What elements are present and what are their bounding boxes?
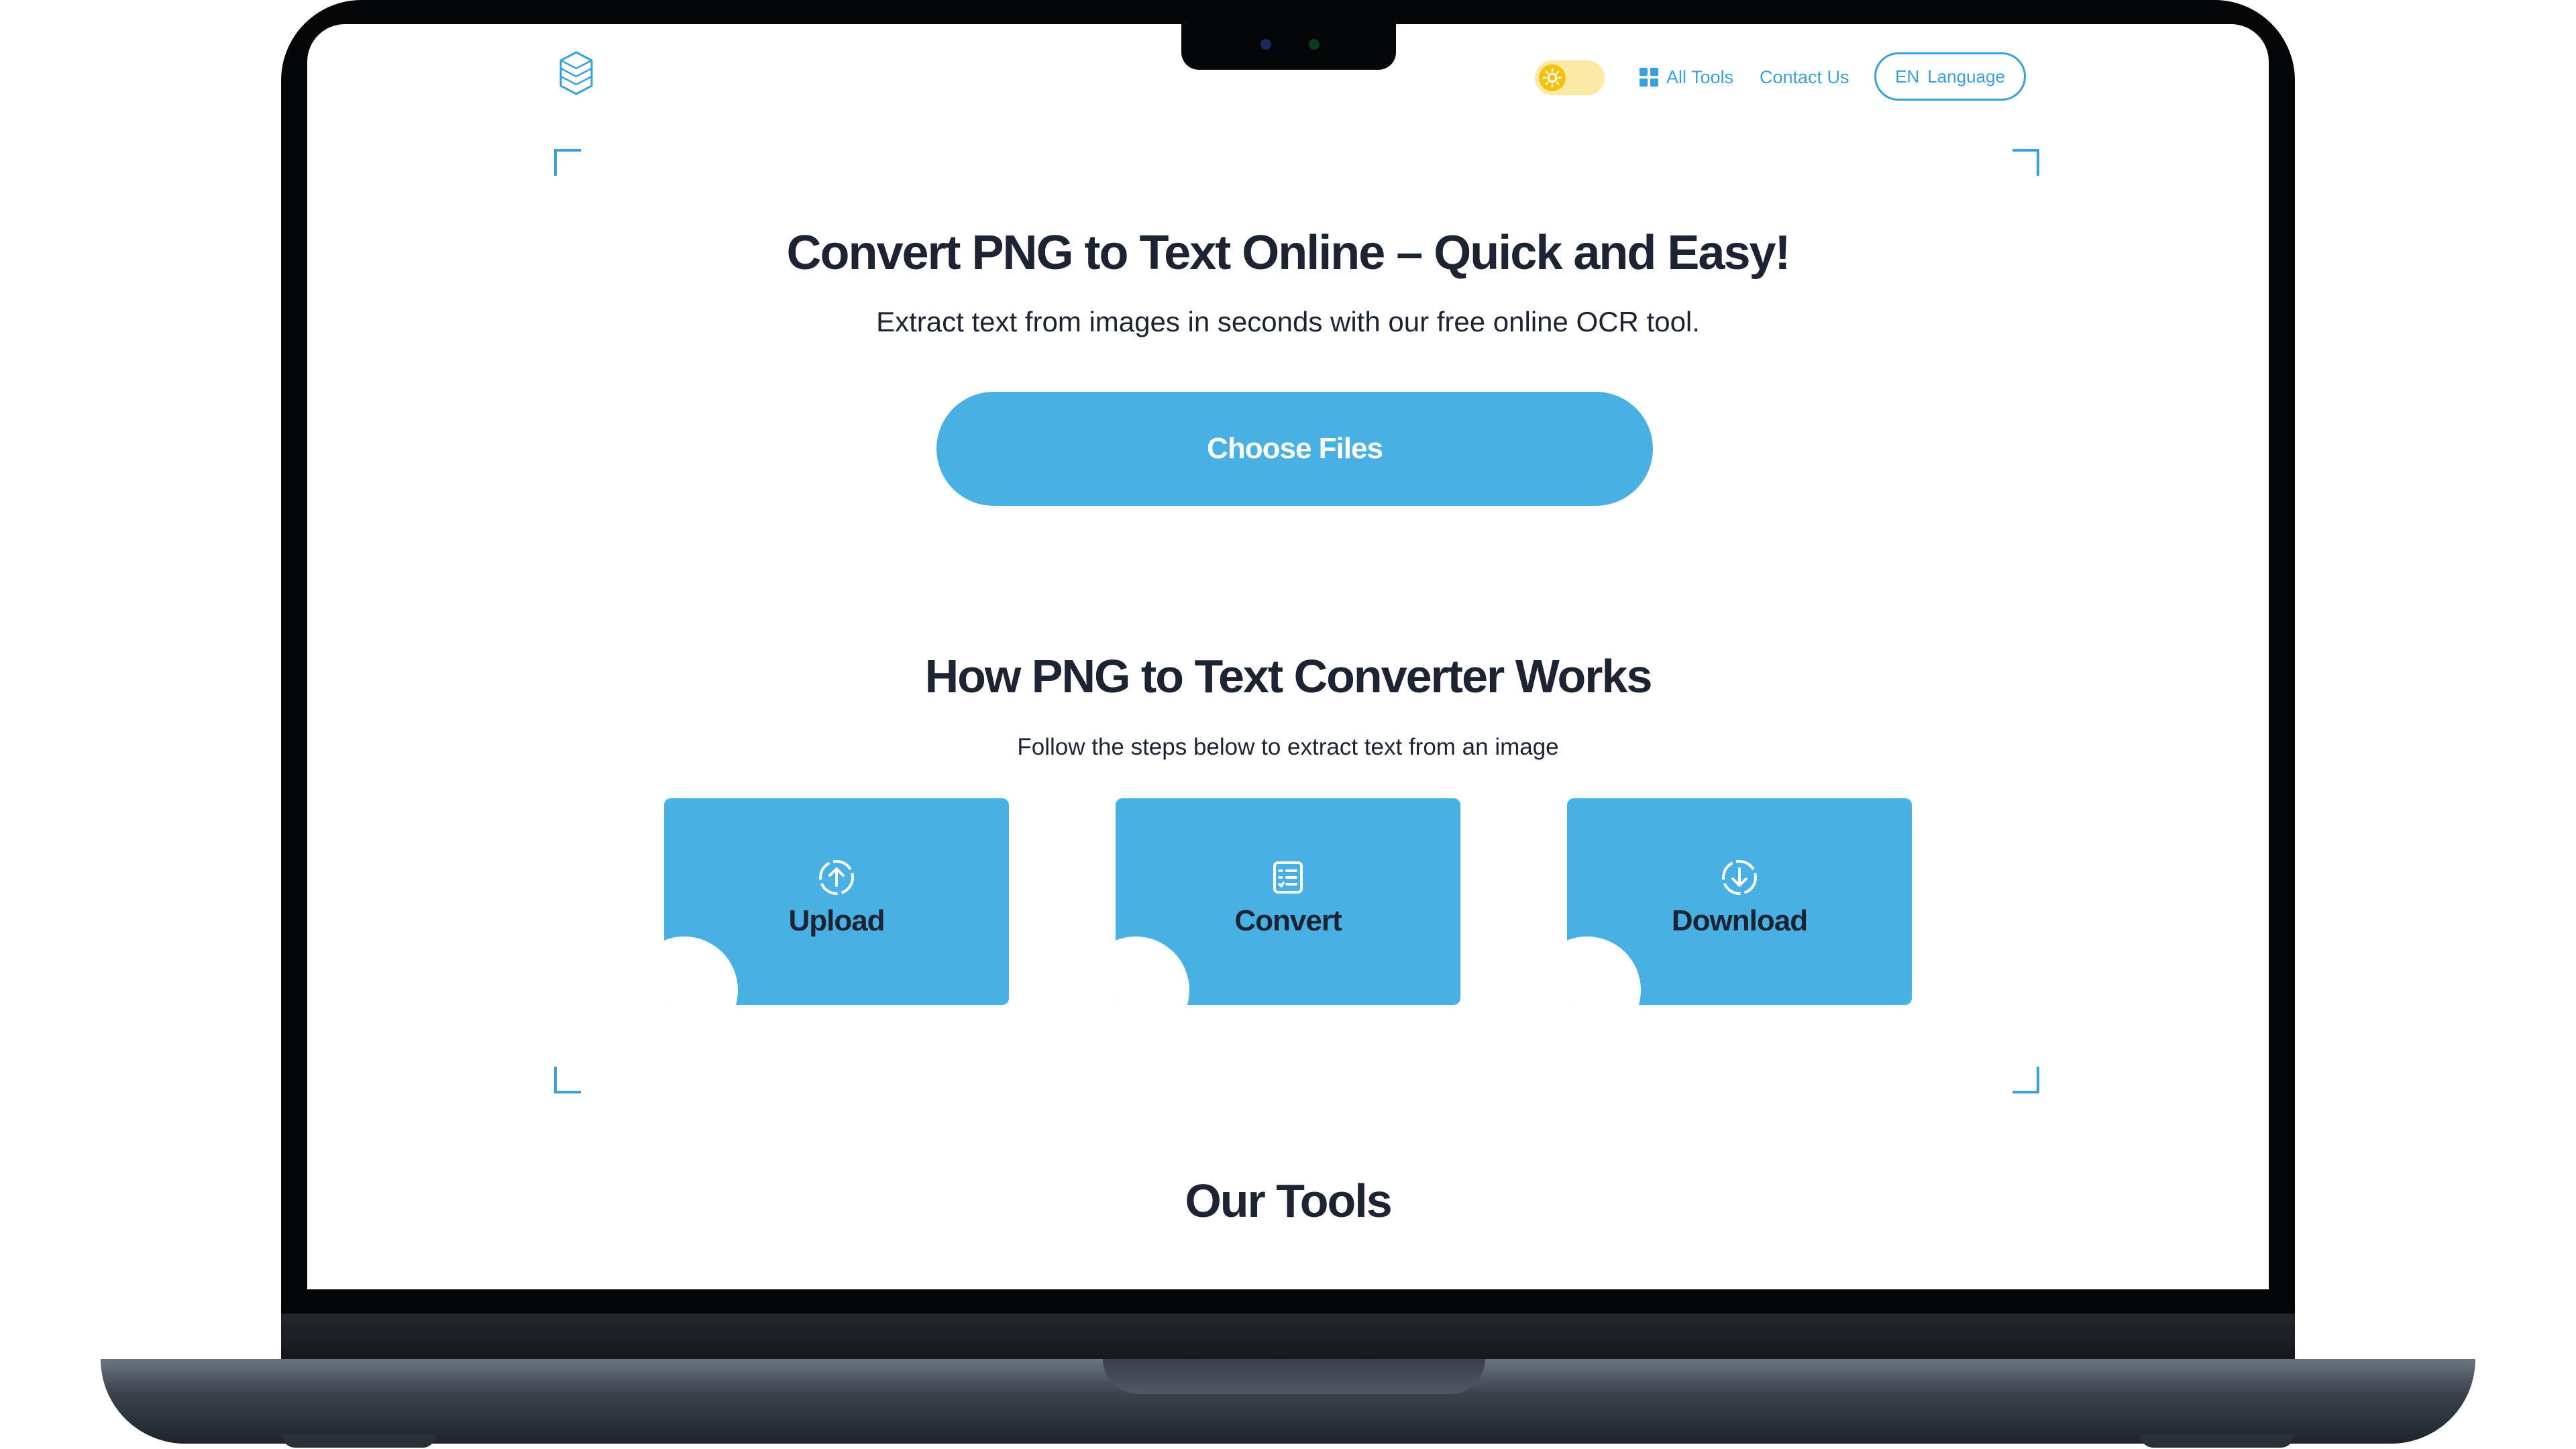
our-tools-title: Our Tools: [1185, 1175, 1392, 1227]
how-it-works-title: How PNG to Text Converter Works: [924, 650, 1653, 702]
camera-notch: [1181, 24, 1396, 70]
laptop-screen: All Tools Contact Us EN Language Convert…: [307, 24, 2269, 1289]
laptop-foot-left: [282, 1434, 436, 1448]
corner-bracket-bottom-left: [554, 1067, 581, 1093]
camera-lens-icon: [1260, 39, 1271, 50]
all-tools-label: All Tools: [1666, 66, 1734, 87]
step-label: Upload: [788, 904, 885, 937]
contact-us-link[interactable]: Contact Us: [1760, 63, 1849, 91]
step-card-download: Download: [1567, 798, 1912, 1005]
language-code: EN: [1895, 66, 1920, 87]
logo-icon[interactable]: [558, 50, 594, 97]
upload-circle-icon: [816, 857, 857, 898]
all-tools-link[interactable]: All Tools: [1640, 63, 1733, 91]
sun-icon: [1539, 64, 1566, 91]
card-corner-cutout: [1567, 936, 1641, 1005]
step-label: Download: [1671, 904, 1808, 937]
camera-indicator-icon: [1309, 39, 1320, 50]
step-card-upload: Upload: [664, 798, 1009, 1005]
corner-bracket-top-right: [2012, 149, 2039, 176]
grid-icon: [1640, 68, 1658, 87]
hero-title: Convert PNG to Text Online – Quick and E…: [786, 226, 1790, 280]
laptop-foot-right: [2140, 1434, 2294, 1448]
theme-toggle[interactable]: [1535, 60, 1605, 95]
corner-bracket-bottom-right: [2012, 1067, 2039, 1093]
card-corner-cutout: [1116, 936, 1189, 1005]
laptop-hinge: [281, 1313, 2295, 1366]
step-card-convert: Convert: [1116, 798, 1460, 1005]
step-label: Convert: [1234, 904, 1342, 937]
download-circle-icon: [1719, 857, 1760, 898]
corner-bracket-top-left: [554, 149, 581, 176]
card-corner-cutout: [664, 936, 738, 1005]
hero-subtitle: Extract text from images in seconds with…: [876, 306, 1700, 337]
choose-files-button[interactable]: Choose Files: [936, 392, 1653, 506]
how-it-works-subtitle: Follow the steps below to extract text f…: [1017, 734, 1559, 760]
laptop-opening-notch: [1103, 1359, 1485, 1394]
language-button[interactable]: EN Language: [1874, 52, 2026, 101]
document-convert-icon: [1268, 857, 1308, 898]
language-label: Language: [1927, 66, 2005, 87]
